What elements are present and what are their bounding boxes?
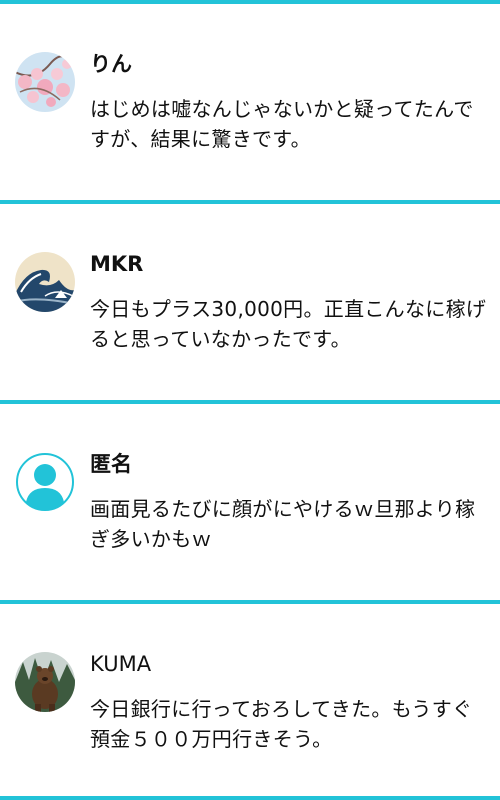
reviewer-name: 匿名: [90, 452, 132, 476]
cherry-blossom-avatar: [15, 52, 75, 112]
review-text: 今日もプラス30,000円。正直こんなに稼げると思っていなかったです。: [90, 297, 487, 351]
review-text: 今日銀行に行っておろしてきた。もうすぐ預金５００万円行きそう。: [90, 697, 473, 751]
review-list: りん はじめは嘘なんじゃないかと疑ってたんですが、結果に驚きです。 MKR 今日…: [0, 0, 500, 800]
bear-photo-avatar: [15, 652, 75, 712]
review-text: 画面見るたびに顔がにやけるｗ旦那より稼ぎ多いかもｗ: [90, 497, 476, 551]
review-card: りん はじめは嘘なんじゃないかと疑ってたんですが、結果に驚きです。: [0, 0, 500, 200]
review-text: はじめは嘘なんじゃないかと疑ってたんですが、結果に驚きです。: [90, 97, 474, 151]
review-card: KUMA 今日銀行に行っておろしてきた。もうすぐ預金５００万円行きそう。: [0, 600, 500, 800]
default-user-avatar: [15, 452, 75, 512]
reviewer-name: KUMA: [90, 652, 152, 676]
great-wave-avatar: [15, 252, 75, 312]
reviewer-name: りん: [90, 52, 132, 76]
review-card: 匿名 画面見るたびに顔がにやけるｗ旦那より稼ぎ多いかもｗ: [0, 400, 500, 600]
review-card: MKR 今日もプラス30,000円。正直こんなに稼げると思っていなかったです。: [0, 200, 500, 400]
reviewer-name: MKR: [90, 252, 144, 276]
